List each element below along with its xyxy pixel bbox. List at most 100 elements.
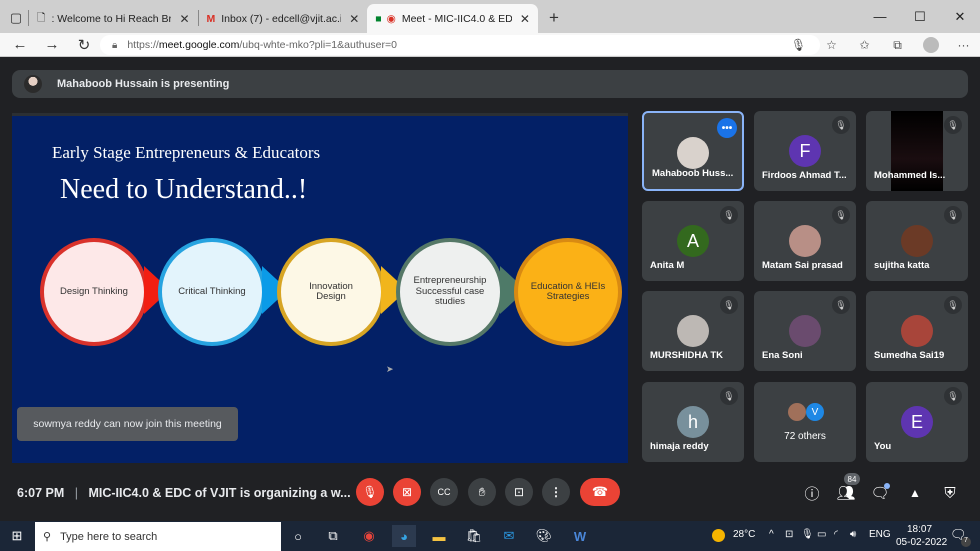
muted-mic-icon: 🎙︎	[944, 296, 962, 314]
battery-icon[interactable]: ▭	[817, 529, 826, 540]
participant-tile[interactable]: MURSHIDHA TK 🎙︎	[642, 291, 744, 371]
tab-hi-reach[interactable]: 🗋 : Welcome to Hi Reach Broadba ✕	[29, 4, 198, 33]
participant-tile[interactable]: Sumedha Sai19 🎙︎	[866, 291, 968, 371]
meet-now-icon[interactable]: ⊡	[785, 529, 793, 540]
participant-name: Ena Soni	[762, 350, 803, 361]
taskbar-search[interactable]: ⚲ Type here to search	[35, 522, 281, 551]
captions-button[interactable]: CC	[430, 478, 458, 506]
avatar	[789, 225, 821, 257]
favorites-icon[interactable]: ✩	[848, 33, 881, 57]
new-tab-button[interactable]: +	[542, 3, 566, 33]
store-icon[interactable]: 🛍︎	[462, 525, 486, 547]
muted-mic-icon: 🎙︎	[944, 387, 962, 405]
microphone-off-button[interactable]: 🎙︎	[356, 478, 384, 506]
meeting-title: MIC-IIC4.0 & EDC of VJIT is organizing a…	[88, 486, 351, 500]
notification-toast: sowmya reddy can now join this meeting	[17, 407, 238, 441]
language-indicator[interactable]: ENG	[869, 529, 891, 540]
participant-tile[interactable]: Ena Soni 🎙︎	[754, 291, 856, 371]
task-view-icon[interactable]: ⧉	[321, 525, 345, 547]
windows-taskbar: ⊞ ⚲ Type here to search ○ ⧉ ◉ ◕ ▬ 🛍︎ ✉ 🎨…	[0, 521, 980, 551]
presenting-bar: Mahaboob Hussain is presenting	[12, 70, 968, 98]
mail-icon[interactable]: ✉	[497, 525, 521, 547]
muted-mic-icon: 🎙︎	[720, 296, 738, 314]
url-input[interactable]: 🔒︎ https://meet.google.com/ubq-whte-mko?…	[100, 35, 820, 55]
process-step: Entrepreneurship Successful case studies	[396, 238, 504, 346]
participant-tile[interactable]: sujitha katta 🎙︎	[866, 201, 968, 281]
participant-tile[interactable]: Matam Sai prasad 🎙︎	[754, 201, 856, 281]
weather-temp: 28°C	[733, 529, 756, 540]
camera-off-button[interactable]: ⊠	[393, 478, 421, 506]
participant-name: Mohammed Is...	[874, 170, 946, 181]
process-step: Design Thinking	[40, 238, 148, 346]
more-options-button[interactable]: ⋮	[542, 478, 570, 506]
participant-tile[interactable]: h himaja reddy 🎙︎	[642, 382, 744, 462]
avatar	[901, 315, 933, 347]
file-explorer-icon[interactable]: ▬	[427, 525, 451, 547]
tab-actions-icon[interactable]: ▢	[4, 3, 28, 33]
participant-tile[interactable]: F Firdoos Ahmad T... 🎙︎	[754, 111, 856, 191]
participant-tile[interactable]: Mohammed Is... 🎙︎	[866, 111, 968, 191]
more-icon[interactable]: ···	[947, 33, 980, 57]
weather-icon	[712, 529, 725, 542]
leave-call-button[interactable]: ☎︎	[580, 478, 620, 506]
browser-tab-bar: ▢ 🗋 : Welcome to Hi Reach Broadba ✕ M In…	[0, 0, 980, 33]
clock-time[interactable]: 18:07	[907, 524, 932, 535]
muted-mic-icon: 🎙︎	[944, 206, 962, 224]
present-button[interactable]: ⊡	[505, 478, 533, 506]
url-host: meet.google.com	[158, 39, 240, 51]
avatar	[677, 137, 709, 169]
volume-icon[interactable]: 🔊︎	[850, 529, 856, 540]
people-icon[interactable]: 👥︎	[835, 482, 857, 504]
gmail-icon: M	[206, 12, 216, 25]
more-options-icon[interactable]: •••	[717, 118, 737, 138]
minimize-icon[interactable]: —	[860, 0, 900, 33]
raise-hand-button[interactable]: ✋︎	[468, 478, 496, 506]
process-step: Education & HEIs Strategies	[514, 238, 622, 346]
participant-tile[interactable]: V 72 others	[754, 382, 856, 462]
meeting-details-icon[interactable]: ⓘ	[801, 482, 823, 504]
edge-icon[interactable]: ◕	[392, 525, 416, 547]
tab-gmail[interactable]: M Inbox (7) - edcell@vjit.ac.in - Vid ✕	[199, 4, 368, 33]
meeting-time: 6:07 PM	[17, 486, 65, 500]
forward-icon[interactable]: →	[36, 36, 68, 53]
tab-meet[interactable]: ■ ◉ Meet - MIC-IIC4.0 & EDC of ✕	[367, 4, 538, 33]
tab-title: Meet - MIC-IIC4.0 & EDC of	[401, 12, 512, 25]
tab-title: Inbox (7) - edcell@vjit.ac.in - Vid	[221, 12, 342, 25]
participant-tile[interactable]: E You 🎙︎	[866, 382, 968, 462]
muted-mic-icon: 🎙︎	[944, 116, 962, 134]
others-avatar: V	[806, 403, 824, 421]
host-controls-icon[interactable]: ⛨	[939, 482, 961, 504]
browser-toolbar: 🎙︎ ☆ ✩ ⧉ ···	[782, 33, 980, 57]
mic-tray-icon[interactable]: 🎙︎	[801, 529, 814, 540]
close-window-icon[interactable]: ✕	[940, 0, 980, 33]
windows-start-icon[interactable]: ⊞	[5, 525, 29, 547]
close-tab-icon[interactable]: ✕	[179, 12, 189, 26]
refresh-icon[interactable]: ↻	[68, 36, 100, 54]
window-controls: — ☐ ✕	[860, 0, 980, 33]
microphone-icon[interactable]: 🎙︎	[782, 33, 815, 57]
participant-name: Sumedha Sai19	[874, 350, 945, 361]
word-icon[interactable]: W	[568, 525, 592, 547]
cortana-icon[interactable]: ○	[286, 525, 310, 547]
maximize-icon[interactable]: ☐	[900, 0, 940, 33]
participant-tile[interactable]: Mahaboob Huss... •••	[642, 111, 744, 191]
show-hidden-icons[interactable]: ^	[769, 529, 774, 540]
participant-name: Anita M	[650, 260, 685, 271]
wifi-icon[interactable]: ◜	[834, 529, 838, 540]
close-tab-icon[interactable]: ✕	[349, 12, 359, 26]
collections-icon[interactable]: ⧉	[881, 33, 914, 57]
participant-tile[interactable]: A Anita M 🎙︎	[642, 201, 744, 281]
tab-title: : Welcome to Hi Reach Broadba	[51, 12, 172, 25]
url-prefix: https://	[127, 39, 159, 51]
activities-icon[interactable]: ▲	[904, 482, 926, 504]
clock-date[interactable]: 05-02-2022	[896, 537, 947, 548]
chrome-icon[interactable]: ◉	[357, 525, 381, 547]
presenter-avatar	[24, 75, 42, 93]
close-tab-icon[interactable]: ✕	[520, 12, 530, 26]
search-placeholder: Type here to search	[60, 530, 158, 543]
profile-icon[interactable]	[914, 33, 947, 57]
back-icon[interactable]: ←	[4, 36, 36, 53]
add-favorite-icon[interactable]: ☆	[815, 33, 848, 57]
paint-icon[interactable]: 🎨︎	[532, 525, 556, 547]
divider: |	[74, 486, 78, 500]
